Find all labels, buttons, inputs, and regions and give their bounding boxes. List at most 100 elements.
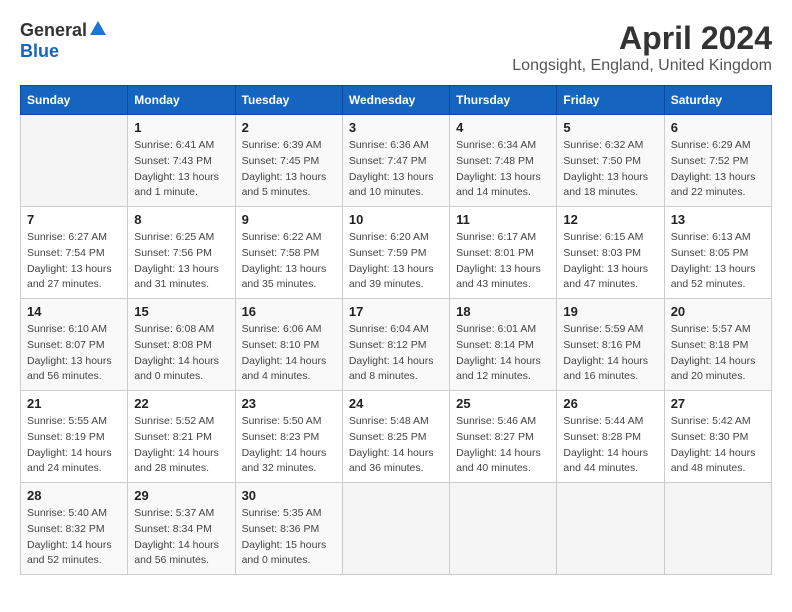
day-number: 24 xyxy=(349,396,443,411)
day-info: Sunrise: 5:44 AMSunset: 8:28 PMDaylight:… xyxy=(563,414,657,477)
day-number: 7 xyxy=(27,212,121,227)
day-number: 17 xyxy=(349,304,443,319)
day-number: 9 xyxy=(242,212,336,227)
day-number: 18 xyxy=(456,304,550,319)
logo: General Blue xyxy=(20,20,107,62)
day-number: 1 xyxy=(134,120,228,135)
day-number: 22 xyxy=(134,396,228,411)
calendar-cell: 21Sunrise: 5:55 AMSunset: 8:19 PMDayligh… xyxy=(21,391,128,483)
day-info: Sunrise: 6:41 AMSunset: 7:43 PMDaylight:… xyxy=(134,138,228,201)
day-info: Sunrise: 5:57 AMSunset: 8:18 PMDaylight:… xyxy=(671,322,765,385)
day-info: Sunrise: 6:13 AMSunset: 8:05 PMDaylight:… xyxy=(671,230,765,293)
day-number: 3 xyxy=(349,120,443,135)
calendar-cell: 14 Sunrise: 6:10 AMSunset: 8:07 PMDayligh… xyxy=(21,299,128,391)
day-of-week-header: Saturday xyxy=(664,86,771,115)
day-of-week-header: Friday xyxy=(557,86,664,115)
day-info: Sunrise: 6:08 AMSunset: 8:08 PMDaylight:… xyxy=(134,322,228,385)
logo-triangle-icon xyxy=(90,21,106,40)
calendar-cell: 30 Sunrise: 5:35 AMSunset: 8:36 PMDayligh… xyxy=(235,483,342,575)
calendar-cell xyxy=(342,483,449,575)
calendar-table: SundayMondayTuesdayWednesdayThursdayFrid… xyxy=(20,85,772,575)
day-info: Sunrise: 6:36 AMSunset: 7:47 PMDaylight:… xyxy=(349,138,443,201)
header: General Blue April 2024 Longsight, Engla… xyxy=(20,20,772,75)
day-info: Sunrise: 6:32 AMSunset: 7:50 PMDaylight:… xyxy=(563,138,657,201)
calendar-cell: 18 Sunrise: 6:01 AMSunset: 8:14 PMDayligh… xyxy=(450,299,557,391)
calendar-cell: 2 Sunrise: 6:39 AMSunset: 7:45 PMDaylight… xyxy=(235,115,342,207)
day-of-week-header: Wednesday xyxy=(342,86,449,115)
day-number: 19 xyxy=(563,304,657,319)
day-number: 11 xyxy=(456,212,550,227)
calendar-cell: 5 Sunrise: 6:32 AMSunset: 7:50 PMDaylight… xyxy=(557,115,664,207)
day-of-week-header: Thursday xyxy=(450,86,557,115)
day-number: 23 xyxy=(242,396,336,411)
day-info: Sunrise: 6:06 AMSunset: 8:10 PMDaylight:… xyxy=(242,322,336,385)
day-info: Sunrise: 6:34 AMSunset: 7:48 PMDaylight:… xyxy=(456,138,550,201)
day-info: Sunrise: 6:15 AMSunset: 8:03 PMDaylight:… xyxy=(563,230,657,293)
calendar-cell: 19 Sunrise: 5:59 AMSunset: 8:16 PMDayligh… xyxy=(557,299,664,391)
day-of-week-header: Sunday xyxy=(21,86,128,115)
calendar-cell: 4 Sunrise: 6:34 AMSunset: 7:48 PMDaylight… xyxy=(450,115,557,207)
calendar-cell: 25 Sunrise: 5:46 AMSunset: 8:27 PMDayligh… xyxy=(450,391,557,483)
day-info: Sunrise: 5:40 AMSunset: 8:32 PMDaylight:… xyxy=(27,506,121,569)
calendar-cell: 29 Sunrise: 5:37 AMSunset: 8:34 PMDayligh… xyxy=(128,483,235,575)
calendar-cell: 16Sunrise: 6:06 AMSunset: 8:10 PMDayligh… xyxy=(235,299,342,391)
day-number: 20 xyxy=(671,304,765,319)
calendar-cell: 27Sunrise: 5:42 AMSunset: 8:30 PMDayligh… xyxy=(664,391,771,483)
day-info: Sunrise: 5:46 AMSunset: 8:27 PMDaylight:… xyxy=(456,414,550,477)
calendar-cell: 12 Sunrise: 6:15 AMSunset: 8:03 PMDayligh… xyxy=(557,207,664,299)
day-info: Sunrise: 6:10 AMSunset: 8:07 PMDaylight:… xyxy=(27,322,121,385)
calendar-cell xyxy=(664,483,771,575)
day-number: 10 xyxy=(349,212,443,227)
day-info: Sunrise: 5:52 AMSunset: 8:21 PMDaylight:… xyxy=(134,414,228,477)
day-number: 12 xyxy=(563,212,657,227)
calendar-cell: 1 Sunrise: 6:41 AMSunset: 7:43 PMDaylight… xyxy=(128,115,235,207)
logo-blue: Blue xyxy=(20,41,59,61)
calendar-cell: 28 Sunrise: 5:40 AMSunset: 8:32 PMDayligh… xyxy=(21,483,128,575)
day-number: 14 xyxy=(27,304,121,319)
day-number: 29 xyxy=(134,488,228,503)
calendar-cell: 6 Sunrise: 6:29 AMSunset: 7:52 PMDaylight… xyxy=(664,115,771,207)
logo-general: General xyxy=(20,20,87,41)
day-info: Sunrise: 6:04 AMSunset: 8:12 PMDaylight:… xyxy=(349,322,443,385)
day-number: 21 xyxy=(27,396,121,411)
day-info: Sunrise: 5:37 AMSunset: 8:34 PMDaylight:… xyxy=(134,506,228,569)
day-of-week-header: Tuesday xyxy=(235,86,342,115)
day-info: Sunrise: 6:25 AMSunset: 7:56 PMDaylight:… xyxy=(134,230,228,293)
calendar-cell: 22 Sunrise: 5:52 AMSunset: 8:21 PMDayligh… xyxy=(128,391,235,483)
calendar-cell xyxy=(450,483,557,575)
day-number: 15 xyxy=(134,304,228,319)
day-number: 27 xyxy=(671,396,765,411)
day-info: Sunrise: 6:22 AMSunset: 7:58 PMDaylight:… xyxy=(242,230,336,293)
day-info: Sunrise: 5:35 AMSunset: 8:36 PMDaylight:… xyxy=(242,506,336,569)
calendar-cell xyxy=(21,115,128,207)
month-title: April 2024 xyxy=(512,20,772,57)
day-number: 30 xyxy=(242,488,336,503)
day-number: 28 xyxy=(27,488,121,503)
calendar-cell: 7Sunrise: 6:27 AMSunset: 7:54 PMDaylight… xyxy=(21,207,128,299)
day-number: 6 xyxy=(671,120,765,135)
calendar-cell: 3 Sunrise: 6:36 AMSunset: 7:47 PMDaylight… xyxy=(342,115,449,207)
day-number: 2 xyxy=(242,120,336,135)
day-number: 5 xyxy=(563,120,657,135)
day-of-week-header: Monday xyxy=(128,86,235,115)
calendar-cell: 24 Sunrise: 5:48 AMSunset: 8:25 PMDayligh… xyxy=(342,391,449,483)
day-info: Sunrise: 6:17 AMSunset: 8:01 PMDaylight:… xyxy=(456,230,550,293)
calendar-cell: 17 Sunrise: 6:04 AMSunset: 8:12 PMDayligh… xyxy=(342,299,449,391)
calendar-cell: 11 Sunrise: 6:17 AMSunset: 8:01 PMDayligh… xyxy=(450,207,557,299)
calendar-cell: 9 Sunrise: 6:22 AMSunset: 7:58 PMDaylight… xyxy=(235,207,342,299)
day-info: Sunrise: 6:39 AMSunset: 7:45 PMDaylight:… xyxy=(242,138,336,201)
day-number: 25 xyxy=(456,396,550,411)
day-info: Sunrise: 5:48 AMSunset: 8:25 PMDaylight:… xyxy=(349,414,443,477)
day-info: Sunrise: 6:01 AMSunset: 8:14 PMDaylight:… xyxy=(456,322,550,385)
calendar-cell: 8 Sunrise: 6:25 AMSunset: 7:56 PMDaylight… xyxy=(128,207,235,299)
calendar-cell: 13Sunrise: 6:13 AMSunset: 8:05 PMDayligh… xyxy=(664,207,771,299)
calendar-cell: 20 Sunrise: 5:57 AMSunset: 8:18 PMDayligh… xyxy=(664,299,771,391)
day-info: Sunrise: 5:59 AMSunset: 8:16 PMDaylight:… xyxy=(563,322,657,385)
day-info: Sunrise: 6:29 AMSunset: 7:52 PMDaylight:… xyxy=(671,138,765,201)
day-number: 8 xyxy=(134,212,228,227)
day-number: 4 xyxy=(456,120,550,135)
title-block: April 2024 Longsight, England, United Ki… xyxy=(512,20,772,75)
day-info: Sunrise: 5:50 AMSunset: 8:23 PMDaylight:… xyxy=(242,414,336,477)
calendar-cell: 15 Sunrise: 6:08 AMSunset: 8:08 PMDayligh… xyxy=(128,299,235,391)
calendar-cell xyxy=(557,483,664,575)
